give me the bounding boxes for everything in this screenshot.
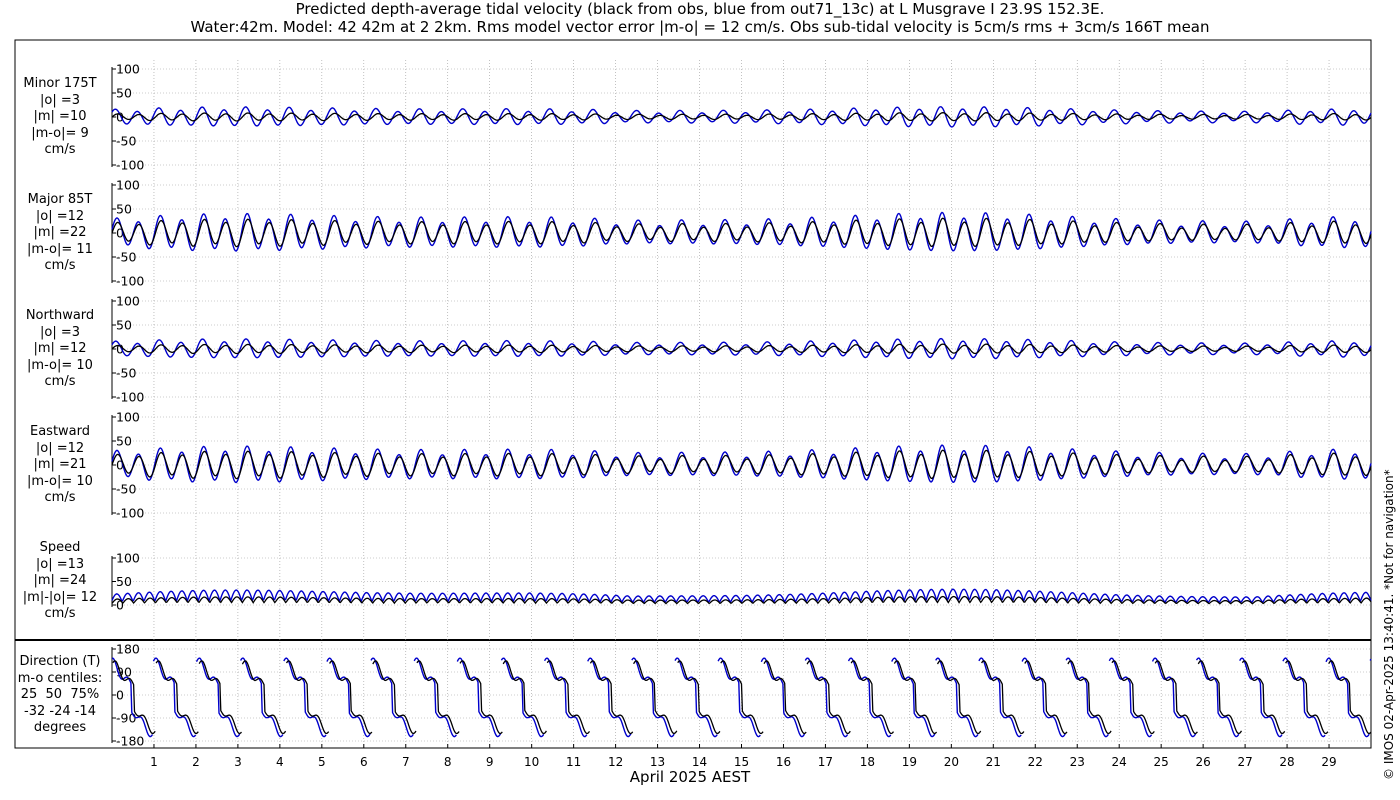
direction-label-line-2: 25 50 75% <box>20 687 100 702</box>
northward-label-line-1: |o| =3 <box>39 324 80 340</box>
speed-ytick-label-50: 50 <box>116 574 132 589</box>
eastward-panel-label: Eastward |o| =12 |m| =21 |m-o|= 10 cm/s <box>10 424 110 507</box>
x-tick-label-6: 6 <box>360 755 368 769</box>
x-tick-label-11: 11 <box>566 755 581 769</box>
northward-label-line-4: cm/s <box>44 374 76 389</box>
northward-ytick-label-50: 50 <box>116 318 132 333</box>
axes-layer: 100500-50-100100500-50-100100500-50-1001… <box>111 62 144 749</box>
eastward-ytick-label-100: 100 <box>116 410 140 425</box>
x-tick-label-12: 12 <box>608 755 623 769</box>
x-tick-label-8: 8 <box>444 755 452 769</box>
speed-label-line-1: |o| =13 <box>35 556 85 572</box>
x-tick-label-1: 1 <box>150 755 158 769</box>
major-panel-label: Major 85T |o| =12 |m| =22 |m-o|= 11 cm/s <box>10 192 110 275</box>
northward-ytick-label--50: -50 <box>116 366 136 381</box>
direction-label-line-4: degrees <box>33 720 87 735</box>
chart-canvas: 100500-50-100100500-50-100100500-50-1001… <box>14 39 1372 769</box>
northward-ytick-label-100: 100 <box>116 294 140 309</box>
direction-label-line-1: m-o centiles: <box>17 670 103 686</box>
eastward-label-line-0: Eastward <box>29 424 91 439</box>
major-label-line-1: |o| =12 <box>35 208 85 224</box>
x-axis-label: April 2025 AEST <box>629 768 751 786</box>
x-tick-label-15: 15 <box>734 755 749 769</box>
speed-label-line-2: |m| =24 <box>33 573 87 588</box>
minor-label-line-3: |m-o|= 9 <box>31 125 89 141</box>
minor-label-line-2: |m| =10 <box>33 109 87 124</box>
speed-label-line-3: |m|-|o|= 12 <box>22 589 98 605</box>
major-ytick-label-100: 100 <box>116 178 140 193</box>
minor-label-line-1: |o| =3 <box>39 92 80 108</box>
direction-label-line-3: -32 -24 -14 <box>24 703 96 719</box>
direction-ytick-label-180: 180 <box>116 642 140 657</box>
northward-ytick-label--100: -100 <box>116 390 144 405</box>
direction-ytick-label-0: 0 <box>116 688 124 703</box>
x-tick-label-13: 13 <box>650 755 665 769</box>
minor-panel-label: Minor 175T |o| =3 |m| =10 |m-o|= 9 cm/s <box>10 76 110 159</box>
speed-label-line-0: Speed <box>39 540 81 555</box>
eastward-label-line-3: |m-o|= 10 <box>27 473 93 489</box>
x-tick-label-29: 29 <box>1321 755 1336 769</box>
x-tick-label-25: 25 <box>1154 755 1169 769</box>
major-label-line-4: cm/s <box>44 258 76 273</box>
x-tick-label-3: 3 <box>234 755 242 769</box>
major-ytick-label--50: -50 <box>116 250 136 265</box>
grid-layer <box>112 60 1371 748</box>
x-tick-label-23: 23 <box>1070 755 1085 769</box>
minor-label-line-0: Minor 175T <box>23 76 97 91</box>
x-tick-label-5: 5 <box>318 755 326 769</box>
x-tick-label-16: 16 <box>776 755 791 769</box>
x-tick-label-4: 4 <box>276 755 284 769</box>
x-tick-label-9: 9 <box>486 755 494 769</box>
major-ytick-label--100: -100 <box>116 274 144 289</box>
x-tick-label-21: 21 <box>986 755 1001 769</box>
x-tick-label-10: 10 <box>524 755 539 769</box>
eastward-ytick-label-50: 50 <box>116 434 132 449</box>
major-label-line-2: |m| =22 <box>33 225 87 240</box>
direction-panel-label: Direction (T) m-o centiles: 25 50 75% -32 -… <box>10 654 110 737</box>
minor-label-line-4: cm/s <box>44 142 76 157</box>
speed-panel-label: Speed |o| =13 |m| =24 |m|-|o|= 12 cm/s <box>10 540 110 623</box>
x-tick-label-17: 17 <box>818 755 833 769</box>
minor-ytick-label-100: 100 <box>116 62 140 77</box>
major-label-line-3: |m-o|= 11 <box>27 241 93 257</box>
minor-ytick-label--100: -100 <box>116 158 144 173</box>
minor-ytick-label-50: 50 <box>116 86 132 101</box>
x-tick-label-19: 19 <box>902 755 917 769</box>
copyright-notice: © IMOS 02-Apr-2025 13:40:41. *Not for na… <box>1382 469 1396 780</box>
direction-ytick-label--90: -90 <box>116 711 136 726</box>
speed-label-line-4: cm/s <box>44 606 76 621</box>
x-tick-label-27: 27 <box>1237 755 1252 769</box>
x-tick-label-28: 28 <box>1279 755 1294 769</box>
x-tick-label-20: 20 <box>944 755 959 769</box>
x-tick-label-22: 22 <box>1028 755 1043 769</box>
x-tick-label-7: 7 <box>402 755 410 769</box>
x-tick-label-18: 18 <box>860 755 875 769</box>
x-tick-label-24: 24 <box>1112 755 1127 769</box>
direction-ytick-label--180: -180 <box>116 734 144 749</box>
eastward-ytick-label--50: -50 <box>116 482 136 497</box>
eastward-label-line-2: |m| =21 <box>33 457 87 472</box>
eastward-ytick-label--100: -100 <box>116 506 144 521</box>
northward-panel-label: Northward |o| =3 |m| =12 |m-o|= 10 cm/s <box>10 308 110 391</box>
figure-frame <box>14 39 1372 749</box>
x-tick-label-14: 14 <box>692 755 707 769</box>
direction-label-line-0: Direction (T) <box>19 654 101 669</box>
major-label-line-0: Major 85T <box>27 192 93 207</box>
northward-label-line-0: Northward <box>25 308 95 323</box>
eastward-label-line-4: cm/s <box>44 490 76 505</box>
northward-label-line-3: |m-o|= 10 <box>27 357 93 373</box>
northward-series-out71_13c <box>111 337 1372 360</box>
minor-ytick-label--50: -50 <box>116 134 136 149</box>
major-ytick-label-50: 50 <box>116 202 132 217</box>
speed-ytick-label-100: 100 <box>116 551 140 566</box>
eastward-label-line-1: |o| =12 <box>35 440 85 456</box>
x-tick-label-26: 26 <box>1195 755 1210 769</box>
northward-label-line-2: |m| =12 <box>33 341 87 356</box>
x-tick-label-2: 2 <box>192 755 200 769</box>
